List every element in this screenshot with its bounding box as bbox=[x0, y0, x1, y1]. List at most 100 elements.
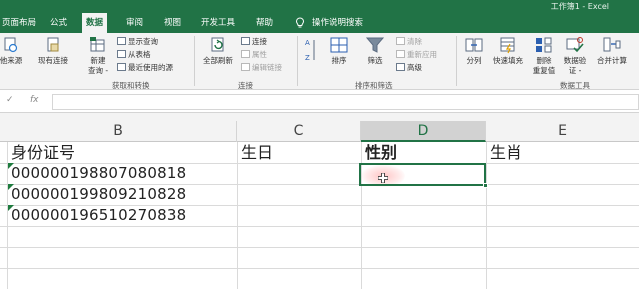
recent-sources-label: 最近使用的源 bbox=[128, 63, 173, 72]
edit-links-label: 编辑链接 bbox=[252, 63, 282, 72]
edit-links-icon bbox=[241, 63, 250, 71]
error-indicator-icon bbox=[8, 184, 14, 190]
gridline bbox=[486, 142, 487, 289]
filter-button[interactable]: 筛选 bbox=[361, 36, 389, 66]
new-query-icon bbox=[90, 37, 105, 52]
ribbon-tabs: 页面布局 公式 数据 审阅 视图 开发工具 帮助 操作说明搜索 bbox=[0, 13, 639, 33]
new-query-button[interactable]: 新建 查询 - bbox=[82, 36, 114, 76]
svg-text:Z: Z bbox=[305, 54, 310, 62]
from-table-button[interactable]: 从表格 bbox=[117, 49, 151, 60]
text-to-columns-icon bbox=[465, 38, 483, 52]
cell-cursor-icon bbox=[378, 173, 388, 183]
data-validation-icon bbox=[566, 37, 584, 53]
enter-check-icon[interactable]: ✓ bbox=[6, 95, 14, 105]
tab-data[interactable]: 数据 bbox=[82, 13, 108, 33]
gridline bbox=[0, 268, 639, 269]
other-sources-button[interactable]: 他来源 bbox=[0, 36, 26, 66]
tab-help[interactable]: 帮助 bbox=[252, 13, 277, 33]
sort-button[interactable]: 排序 bbox=[327, 36, 351, 66]
consolidate-icon bbox=[603, 37, 621, 52]
formula-input[interactable] bbox=[52, 94, 639, 110]
group-separator bbox=[194, 36, 195, 86]
flash-fill-label: 快速填充 bbox=[493, 56, 523, 65]
refresh-all-label: 全部刷新 bbox=[203, 56, 233, 65]
advanced-label: 高级 bbox=[407, 63, 422, 72]
group-label-get-transform: 获取和转换 bbox=[112, 81, 150, 90]
tab-review[interactable]: 审阅 bbox=[122, 13, 147, 33]
column-header-c[interactable]: C bbox=[237, 121, 361, 142]
properties-label: 属性 bbox=[252, 50, 267, 59]
reapply-button[interactable]: 重新应用 bbox=[396, 49, 437, 60]
properties-button[interactable]: 属性 bbox=[241, 49, 267, 60]
advanced-icon bbox=[396, 63, 405, 71]
tab-formulas[interactable]: 公式 bbox=[46, 13, 71, 33]
other-sources-label: 他来源 bbox=[0, 56, 23, 65]
new-query-label: 新建 查询 - bbox=[87, 56, 109, 75]
connections-button[interactable]: 连接 bbox=[241, 36, 267, 47]
cell-b-id-number[interactable]: 000000196510270838 bbox=[0, 205, 237, 226]
data-validation-button[interactable]: 数据验 证 - bbox=[560, 36, 590, 76]
advanced-button[interactable]: 高级 bbox=[396, 62, 422, 73]
cell-value: 000000199809210828 bbox=[11, 185, 187, 203]
lightbulb-icon[interactable] bbox=[295, 17, 305, 29]
existing-connections-icon bbox=[47, 37, 59, 52]
group-label-data-tools: 数据工具 bbox=[560, 81, 590, 90]
show-queries-icon bbox=[117, 37, 126, 45]
gridline bbox=[0, 226, 639, 227]
sort-az-button[interactable]: A Z bbox=[304, 36, 318, 69]
formula-buttons: ✓ fx bbox=[0, 94, 50, 110]
existing-connections-button[interactable]: 现有连接 bbox=[33, 36, 73, 66]
tab-view[interactable]: 视图 bbox=[160, 13, 185, 33]
reapply-label: 重新应用 bbox=[407, 50, 437, 59]
svg-text:A: A bbox=[305, 39, 310, 47]
remove-duplicates-icon bbox=[536, 37, 552, 53]
properties-icon bbox=[241, 50, 250, 58]
filter-icon bbox=[365, 37, 385, 53]
error-indicator-icon bbox=[8, 205, 14, 211]
cell-value: 000000198807080818 bbox=[11, 164, 187, 182]
worksheet-grid[interactable]: 身份证号 生日 性别 生肖 000000198807080818 0000001… bbox=[0, 142, 639, 289]
flash-fill-button[interactable]: 快速填充 bbox=[488, 36, 528, 66]
filter-label: 筛选 bbox=[367, 56, 383, 65]
window-title: 工作簿1 - Excel bbox=[550, 2, 609, 11]
insert-function-icon[interactable]: fx bbox=[30, 95, 39, 105]
show-queries-label: 显示查询 bbox=[128, 37, 158, 46]
recent-sources-icon bbox=[117, 63, 126, 71]
consolidate-button[interactable]: 合并计算 bbox=[593, 36, 631, 66]
group-separator bbox=[297, 36, 298, 86]
tab-developer[interactable]: 开发工具 bbox=[197, 13, 239, 33]
group-label-sort-filter: 排序和筛选 bbox=[355, 81, 393, 90]
from-table-icon bbox=[117, 50, 126, 58]
formula-bar: ✓ fx bbox=[0, 91, 639, 113]
remove-duplicates-button[interactable]: 删除 重复值 bbox=[530, 36, 558, 76]
text-to-columns-button[interactable]: 分列 bbox=[461, 36, 487, 66]
tell-me-search[interactable]: 操作说明搜索 bbox=[308, 13, 367, 33]
group-separator bbox=[456, 36, 457, 86]
edit-links-button[interactable]: 编辑链接 bbox=[241, 62, 282, 73]
tab-page-layout[interactable]: 页面布局 bbox=[0, 13, 40, 33]
ribbon: 他来源 现有连接 新建 查询 - 显示查询 从表格 最近使用的源 获取和转换 全… bbox=[0, 33, 639, 90]
column-header-d[interactable]: D bbox=[361, 121, 486, 142]
cell-e-zodiac-header[interactable]: 生肖 bbox=[486, 142, 639, 163]
sort-label: 排序 bbox=[331, 56, 347, 65]
sort-icon bbox=[330, 37, 348, 53]
cell-b-id-number[interactable]: 000000199809210828 bbox=[0, 184, 237, 205]
refresh-all-button[interactable]: 全部刷新 bbox=[199, 36, 237, 66]
column-header-e[interactable]: E bbox=[486, 121, 639, 142]
cell-d-gender-header[interactable]: 性别 bbox=[361, 142, 486, 163]
fill-handle[interactable] bbox=[483, 183, 488, 188]
cell-b-id-number-header[interactable]: 身份证号 bbox=[7, 142, 237, 163]
data-validation-label: 数据验 证 - bbox=[563, 56, 587, 75]
from-table-label: 从表格 bbox=[128, 50, 151, 59]
cell-b-id-number[interactable]: 000000198807080818 bbox=[0, 163, 237, 184]
group-label-connections: 连接 bbox=[238, 81, 253, 90]
column-header-b[interactable]: B bbox=[0, 121, 237, 142]
sheet-top-gap bbox=[0, 113, 639, 121]
show-queries-button[interactable]: 显示查询 bbox=[117, 36, 158, 47]
cell-c-birthday-header[interactable]: 生日 bbox=[237, 142, 361, 163]
column-headers: B C D E bbox=[0, 121, 639, 142]
cell-value: 000000196510270838 bbox=[11, 206, 187, 224]
existing-connections-label: 现有连接 bbox=[38, 56, 68, 65]
recent-sources-button[interactable]: 最近使用的源 bbox=[117, 62, 173, 73]
clear-button[interactable]: 清除 bbox=[396, 36, 422, 47]
